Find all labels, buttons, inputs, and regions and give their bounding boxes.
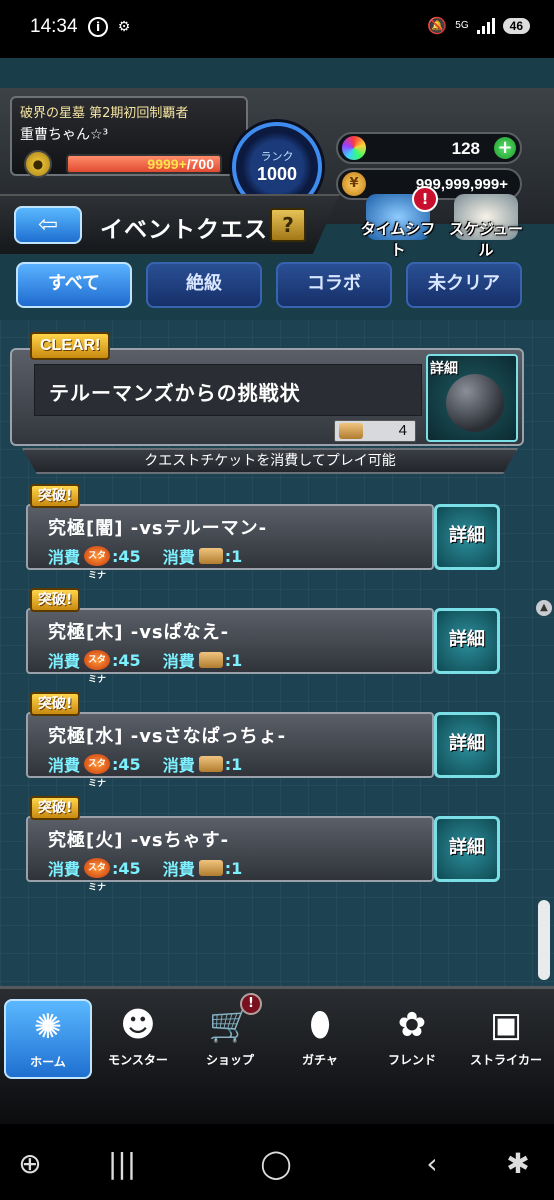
event-card[interactable]: テルーマンズからの挑戦状 4 詳細 <box>10 348 524 446</box>
battery-indicator: 46 <box>502 18 530 34</box>
stamina-max: /700 <box>186 156 214 172</box>
medal-icon: ● <box>24 150 52 178</box>
stamina-icon: スタミナ <box>84 650 111 685</box>
quest-row[interactable]: 究極[火] -vsちゃす- 消費 スタミナ :45 消費 :1 突破! 詳細 <box>26 796 502 893</box>
status-bar: 14:34 i ⚙ 🔕 5G 46 <box>0 0 554 58</box>
scrollbar[interactable]: ▲ ▼ <box>536 600 552 1008</box>
tab-collab[interactable]: コラボ <box>276 262 392 308</box>
stamina-current: 9999+ <box>147 156 187 172</box>
help-button[interactable]: ? <box>270 208 306 242</box>
rank-label: ランク <box>260 150 294 163</box>
nav-gacha[interactable]: ⬮ ガチャ <box>276 999 364 1079</box>
back-icon[interactable]: ‹ <box>412 1144 452 1184</box>
quest-cost: 消費 スタミナ :45 消費 :1 <box>48 546 243 581</box>
stamina-icon: スタミナ <box>84 754 111 789</box>
egg-icon: ⬮ <box>309 1005 331 1045</box>
event-detail-button[interactable]: 詳細 <box>426 354 518 442</box>
signal-icon <box>476 18 495 34</box>
player-title: 破界の星墓 第2期初回制覇者 <box>20 106 189 121</box>
add-orbs-button[interactable]: + <box>494 137 516 159</box>
quest-cost: 消費 スタミナ :45 消費 :1 <box>48 650 243 685</box>
monster-icon: ☻ <box>120 1005 156 1045</box>
quest-cost: 消費 スタミナ :45 消費 :1 <box>48 754 243 789</box>
accessibility-icon[interactable]: ✱ <box>498 1144 538 1184</box>
ticket-count: 4 <box>398 422 407 439</box>
back-arrow-icon: ⇦ <box>37 210 59 238</box>
ticket-icon <box>198 652 223 668</box>
schedule-label: スケジュール <box>449 220 523 259</box>
tab-uncleared[interactable]: 未クリア <box>406 262 522 308</box>
network-label: 5G <box>455 20 469 31</box>
breakthrough-badge: 突破! <box>30 484 81 508</box>
home-icon: ✺ <box>33 1007 63 1047</box>
schedule-button[interactable]: スケジュール <box>444 192 528 260</box>
nav-friend[interactable]: ✿ フレンド <box>368 999 456 1079</box>
striker-card-icon: ▣ <box>489 1005 523 1045</box>
quest-name: 究極[火] -vsちゃす- <box>48 830 230 851</box>
detail-button[interactable]: 詳細 <box>434 608 500 674</box>
alert-badge: ! <box>412 186 438 212</box>
recents-icon[interactable]: ||| <box>102 1144 142 1184</box>
ticket-icon <box>339 423 363 439</box>
breakthrough-badge: 突破! <box>30 796 81 820</box>
nav-shop[interactable]: 🛒 ! ショップ <box>186 993 274 1079</box>
detail-button[interactable]: 詳細 <box>434 504 500 570</box>
nav-home[interactable]: ✺ ホーム <box>4 999 92 1079</box>
nav-striker[interactable]: ▣ ストライカー <box>462 999 550 1079</box>
timeshift-button[interactable]: ! タイムシフト <box>356 186 440 260</box>
quest-list: テルーマンズからの挑戦状 4 詳細 CLEAR! クエストチケットを消費してプレ… <box>0 320 554 1010</box>
quest-name: 究極[闇] -vsテルーマン- <box>48 518 268 539</box>
back-button[interactable]: ⇦ <box>14 206 82 244</box>
mute-icon: 🔕 <box>427 18 448 35</box>
stamina-icon: スタミナ <box>84 546 111 581</box>
tab-all[interactable]: すべて <box>16 262 132 308</box>
player-name: 重曹ちゃん☆³ <box>20 127 109 143</box>
tab-zekkyu[interactable]: 絶級 <box>146 262 262 308</box>
ticket-info-bar: クエストチケットを消費してプレイ可能 <box>22 448 518 474</box>
scroll-up-icon[interactable]: ▲ <box>536 600 552 616</box>
quest-row[interactable]: 究極[闇] -vsテルーマン- 消費 スタミナ :45 消費 :1 突破! 詳細 <box>26 484 502 581</box>
friends-icon: ✿ <box>397 1005 427 1045</box>
quest-name: 究極[木] -vsぱなえ- <box>48 622 230 643</box>
alert-badge: ! <box>240 993 262 1015</box>
clear-badge: CLEAR! <box>30 332 111 360</box>
gear-icon: ⚙ <box>117 19 131 35</box>
quest-row[interactable]: 究極[木] -vsぱなえ- 消費 スタミナ :45 消費 :1 突破! 詳細 <box>26 588 502 685</box>
ticket-icon <box>198 548 223 564</box>
game-screen: 破界の星墓 第2期初回制覇者 重曹ちゃん☆³ ● 9999+/700 ランク 1… <box>0 58 554 1124</box>
home-button-icon[interactable]: ◯ <box>256 1144 296 1184</box>
gamepad-icon[interactable]: ⊕ <box>10 1144 50 1184</box>
scroll-thumb[interactable] <box>538 900 550 980</box>
ticket-counter: 4 <box>334 420 416 442</box>
ticket-icon <box>198 756 223 772</box>
bottom-nav: ✺ ホーム ☻ モンスター 🛒 ! ショップ ⬮ ガチャ ✿ フレンド ▣ スト… <box>0 986 554 1124</box>
system-nav-bar: ⊕ ||| ◯ ‹ ✱ <box>0 1124 554 1200</box>
detail-tag: 詳細 <box>430 361 458 377</box>
breakthrough-badge: 突破! <box>30 588 81 612</box>
page-title: イベントクエスト <box>100 217 292 243</box>
stamina-icon: スタミナ <box>84 858 111 893</box>
stamina-bar: 9999+/700 <box>66 154 222 174</box>
orb-icon <box>342 136 366 160</box>
detail-button[interactable]: 詳細 <box>434 712 500 778</box>
filter-tabs: すべて 絶級 コラボ 未クリア <box>0 262 554 308</box>
breakthrough-badge: 突破! <box>30 692 81 716</box>
quest-name: 究極[水] -vsさなぱっちょ- <box>48 726 287 747</box>
nav-monster[interactable]: ☻ モンスター <box>94 999 182 1079</box>
title-bar: ⇦ イベントクエスト ? ! タイムシフト スケジュール <box>0 186 554 259</box>
status-time: 14:34 <box>30 16 78 37</box>
timeshift-label: タイムシフト <box>360 220 436 259</box>
info-icon: i <box>88 17 108 37</box>
detail-button[interactable]: 詳細 <box>434 816 500 882</box>
rank-value: 1000 <box>256 164 298 184</box>
ticket-icon <box>198 860 223 876</box>
planet-icon <box>446 374 504 432</box>
orb-counter: 128 + <box>336 132 522 164</box>
quest-row[interactable]: 究極[水] -vsさなぱっちょ- 消費 スタミナ :45 消費 :1 突破! 詳… <box>26 692 502 789</box>
quest-cost: 消費 スタミナ :45 消費 :1 <box>48 858 243 893</box>
event-name: テルーマンズからの挑戦状 <box>49 381 301 405</box>
orb-count: 128 <box>451 139 480 158</box>
